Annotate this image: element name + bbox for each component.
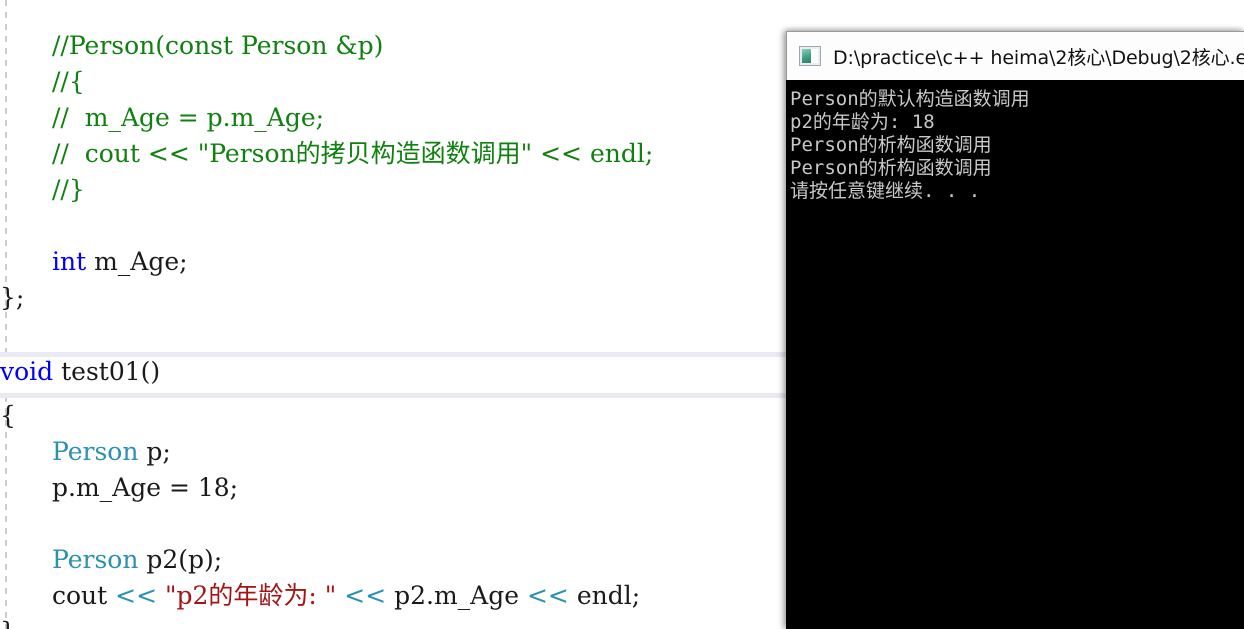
code-token: Person bbox=[52, 437, 139, 466]
code-token: << bbox=[115, 581, 158, 610]
code-token: test01() bbox=[53, 357, 161, 386]
code-token: void bbox=[0, 357, 54, 386]
code-token: //Person(const Person &p) bbox=[52, 31, 384, 60]
code-line-content bbox=[0, 509, 52, 538]
console-output-line: 请按任意键继续. . . bbox=[790, 180, 981, 202]
code-line-content: p.m_Age = 18; bbox=[0, 473, 238, 502]
code-token: //} bbox=[52, 175, 85, 204]
code-token: // m_Age = p.m_Age; bbox=[52, 103, 325, 132]
code-token: //{ bbox=[52, 67, 85, 96]
code-token: endl; bbox=[568, 581, 641, 610]
code-token: m_Age; bbox=[86, 247, 188, 276]
console-output-line: Person的析构函数调用 bbox=[790, 157, 992, 179]
code-line-content bbox=[0, 211, 52, 240]
code-line-content: //} bbox=[0, 175, 85, 204]
code-line-content: }; bbox=[0, 283, 24, 312]
code-line-content: //{ bbox=[0, 67, 85, 96]
code-line-content: Person p; bbox=[0, 437, 171, 466]
console-title-text: D:\practice\c++ heima\2核心\Debug\2核心.exe bbox=[833, 46, 1244, 69]
console-window-icon bbox=[799, 46, 821, 66]
console-window[interactable]: D:\practice\c++ heima\2核心\Debug\2核心.exe … bbox=[786, 31, 1244, 629]
console-output-line: Person的默认构造函数调用 bbox=[790, 88, 1030, 110]
code-line-content: Person p2(p); bbox=[0, 545, 222, 574]
code-line-content: cout << "p2的年龄为: " << p2.m_Age << endl; bbox=[0, 581, 640, 610]
console-output-line: Person的析构函数调用 bbox=[790, 134, 992, 156]
code-token: // cout << "Person的拷贝构造函数调用" << endl; bbox=[52, 139, 654, 168]
code-line-content: void test01() bbox=[0, 357, 160, 386]
code-token: << bbox=[344, 581, 387, 610]
code-token: { bbox=[0, 401, 16, 430]
code-token: }; bbox=[0, 283, 25, 312]
console-output-line: p2的年龄为: 18 bbox=[790, 111, 935, 133]
console-output: Person的默认构造函数调用 p2的年龄为: 18 Person的析构函数调用 Pe… bbox=[786, 80, 1244, 629]
code-line-content: // m_Age = p.m_Age; bbox=[0, 103, 324, 132]
code-line-content: } bbox=[0, 617, 16, 629]
code-token: p2(p); bbox=[138, 545, 223, 574]
code-line-content: int m_Age; bbox=[0, 247, 188, 276]
code-token: "p2的年龄为: " bbox=[165, 581, 337, 610]
code-token: cout bbox=[52, 581, 116, 610]
code-token: Person bbox=[52, 545, 139, 574]
code-token: int bbox=[52, 247, 87, 276]
code-line-content: //Person(const Person &p) bbox=[0, 31, 383, 60]
code-token: p2.m_Age bbox=[386, 581, 527, 610]
code-line-content: { bbox=[0, 401, 16, 430]
code-token: } bbox=[0, 617, 16, 629]
console-titlebar[interactable]: D:\practice\c++ heima\2核心\Debug\2核心.exe bbox=[786, 31, 1244, 80]
code-token: << bbox=[526, 581, 569, 610]
code-line-content: // cout << "Person的拷贝构造函数调用" << endl; bbox=[0, 139, 653, 168]
code-token: p.m_Age = 18; bbox=[52, 473, 239, 502]
code-token: p; bbox=[138, 437, 171, 466]
